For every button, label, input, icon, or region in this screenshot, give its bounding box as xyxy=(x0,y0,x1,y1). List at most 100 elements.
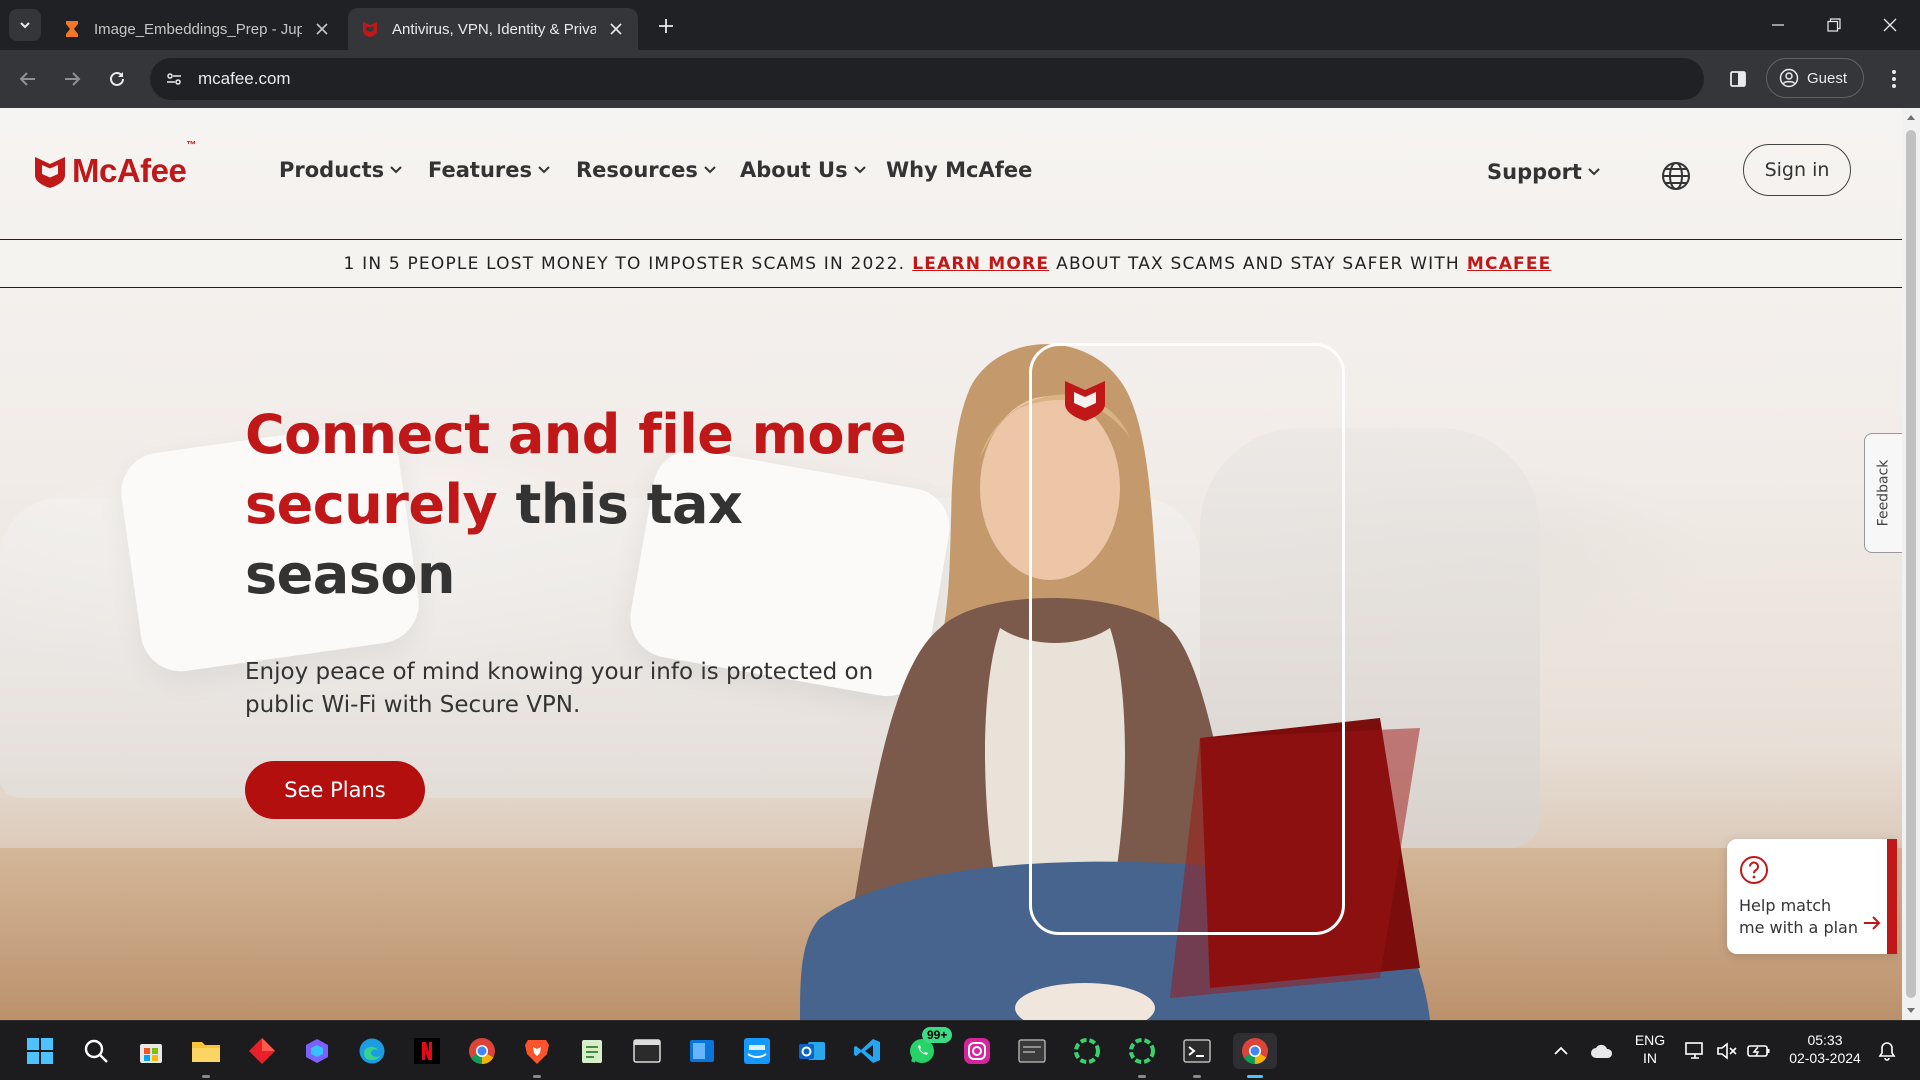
nav-resources[interactable]: Resources xyxy=(576,158,716,182)
instagram-icon xyxy=(964,1038,990,1064)
taskbar-vscode[interactable] xyxy=(849,1033,885,1069)
reload-button[interactable] xyxy=(101,63,133,95)
chevron-down-icon xyxy=(1588,168,1600,176)
search-icon xyxy=(84,1039,108,1063)
diamond-app-icon xyxy=(249,1038,275,1064)
globe-icon[interactable] xyxy=(1660,160,1692,192)
copilot-icon xyxy=(306,1039,328,1063)
taskbar-brave[interactable] xyxy=(519,1033,555,1078)
prime-video-icon xyxy=(744,1038,770,1064)
tray-battery[interactable] xyxy=(1744,1033,1774,1069)
close-window-button[interactable] xyxy=(1862,0,1918,50)
arrow-right-icon xyxy=(65,72,81,86)
taskbar-store[interactable] xyxy=(133,1033,169,1069)
minimize-button[interactable] xyxy=(1750,0,1806,50)
tray-overflow-button[interactable] xyxy=(1544,1033,1578,1069)
taskbar-windows-app[interactable] xyxy=(684,1033,720,1069)
close-icon[interactable] xyxy=(606,19,626,39)
forward-button[interactable] xyxy=(56,63,88,95)
taskbar-chrome[interactable] xyxy=(464,1033,500,1069)
tab-mcafee[interactable]: Antivirus, VPN, Identity & Privacy xyxy=(348,8,638,50)
tab-search-button[interactable] xyxy=(9,9,41,41)
sign-in-button[interactable]: Sign in xyxy=(1743,144,1851,196)
tray-onedrive[interactable] xyxy=(1585,1033,1619,1069)
chrome-icon xyxy=(1242,1038,1268,1065)
taskbar-app-gray[interactable] xyxy=(1014,1033,1050,1069)
learn-more-link[interactable]: LEARN MORE xyxy=(912,254,1049,274)
taskbar-netflix[interactable] xyxy=(409,1033,445,1069)
clock[interactable]: 05:33 02-03-2024 xyxy=(1782,1031,1868,1067)
taskbar-notepad-app[interactable] xyxy=(574,1033,610,1069)
new-tab-button[interactable] xyxy=(652,12,680,40)
language-indicator[interactable]: ENG IN xyxy=(1626,1031,1674,1067)
feedback-tab[interactable]: Feedback xyxy=(1864,433,1902,553)
start-button[interactable] xyxy=(22,1033,58,1069)
hourglass-icon xyxy=(66,21,78,37)
nav-features[interactable]: Features xyxy=(428,158,550,182)
taskbar-app-green-ring-2[interactable] xyxy=(1124,1033,1160,1078)
close-icon xyxy=(1883,18,1897,32)
phone-frame-outline xyxy=(1029,343,1345,935)
tray-network[interactable] xyxy=(1680,1033,1710,1069)
site-info-icon[interactable] xyxy=(160,65,188,93)
outlook-icon xyxy=(799,1042,825,1060)
see-plans-button[interactable]: See Plans xyxy=(245,761,425,819)
back-button[interactable] xyxy=(12,63,44,95)
mcafee-logo[interactable]: McAfee™ xyxy=(34,140,196,190)
minimize-icon xyxy=(1772,24,1784,26)
folder-icon xyxy=(192,1042,220,1062)
nav-products[interactable]: Products xyxy=(279,158,402,182)
chrome-icon xyxy=(469,1038,495,1065)
profile-button[interactable]: Guest xyxy=(1766,58,1864,98)
taskbar-chrome-active[interactable] xyxy=(1233,1033,1277,1078)
scroll-down-icon[interactable] xyxy=(1906,1006,1916,1016)
restore-button[interactable] xyxy=(1806,0,1862,50)
taskbar-terminal-window[interactable] xyxy=(629,1033,665,1069)
vscode-icon xyxy=(854,1039,880,1063)
network-icon xyxy=(1685,1042,1703,1059)
notepad-icon xyxy=(582,1040,602,1063)
taskbar-whatsapp[interactable]: 99+ xyxy=(904,1027,953,1069)
page-scrollbar[interactable] xyxy=(1902,108,1920,1020)
nav-support[interactable]: Support xyxy=(1487,160,1600,184)
taskbar-file-explorer[interactable] xyxy=(188,1033,224,1078)
taskbar-instagram[interactable] xyxy=(959,1033,995,1069)
side-panel-button[interactable] xyxy=(1722,63,1754,95)
taskbar-app-green-ring[interactable] xyxy=(1069,1033,1105,1069)
edge-icon xyxy=(359,1038,385,1064)
tray-volume[interactable] xyxy=(1712,1033,1742,1069)
close-icon[interactable] xyxy=(312,19,332,39)
scroll-up-icon[interactable] xyxy=(1906,112,1916,122)
nav-why-mcafee[interactable]: Why McAfee xyxy=(886,158,1032,182)
tab-jupyter[interactable]: Image_Embeddings_Prep - Jupyter xyxy=(50,8,344,50)
taskbar-search[interactable] xyxy=(78,1033,114,1069)
brave-icon xyxy=(525,1040,549,1064)
taskbar-app-red-diamond[interactable] xyxy=(244,1033,280,1069)
clock-time: 05:33 xyxy=(1807,1032,1843,1048)
arrow-left-icon xyxy=(19,72,35,86)
help-match-plan-widget[interactable]: Help match me with a plan xyxy=(1727,839,1897,954)
taskbar-edge[interactable] xyxy=(354,1033,390,1069)
taskbar-terminal[interactable] xyxy=(1179,1033,1215,1078)
web-page: McAfee™ Products Features Resources Abou… xyxy=(0,108,1902,1020)
taskbar-prime-video[interactable] xyxy=(739,1033,775,1069)
hero-title: Connect and file more securely this tax … xyxy=(245,403,907,606)
restore-icon xyxy=(1827,18,1841,32)
chevron-down-icon xyxy=(390,166,402,174)
chevron-down-icon xyxy=(704,166,716,174)
app-window-icon xyxy=(1018,1039,1046,1063)
profile-label: Guest xyxy=(1807,69,1848,87)
address-bar[interactable]: mcafee.com xyxy=(150,58,1704,100)
help-question-icon xyxy=(1740,856,1768,884)
browser-menu-button[interactable] xyxy=(1878,63,1910,95)
mcafee-link[interactable]: MCAFEE xyxy=(1467,254,1552,274)
user-icon xyxy=(1779,68,1799,88)
chevron-down-icon xyxy=(538,166,550,174)
taskbar-outlook[interactable] xyxy=(794,1033,830,1069)
notification-center[interactable] xyxy=(1872,1033,1902,1069)
url-text: mcafee.com xyxy=(198,69,291,88)
mcafee-shield-icon xyxy=(363,22,377,37)
scroll-thumb[interactable] xyxy=(1906,130,1916,998)
nav-about-us[interactable]: About Us xyxy=(740,158,866,182)
taskbar-copilot[interactable] xyxy=(299,1033,335,1069)
